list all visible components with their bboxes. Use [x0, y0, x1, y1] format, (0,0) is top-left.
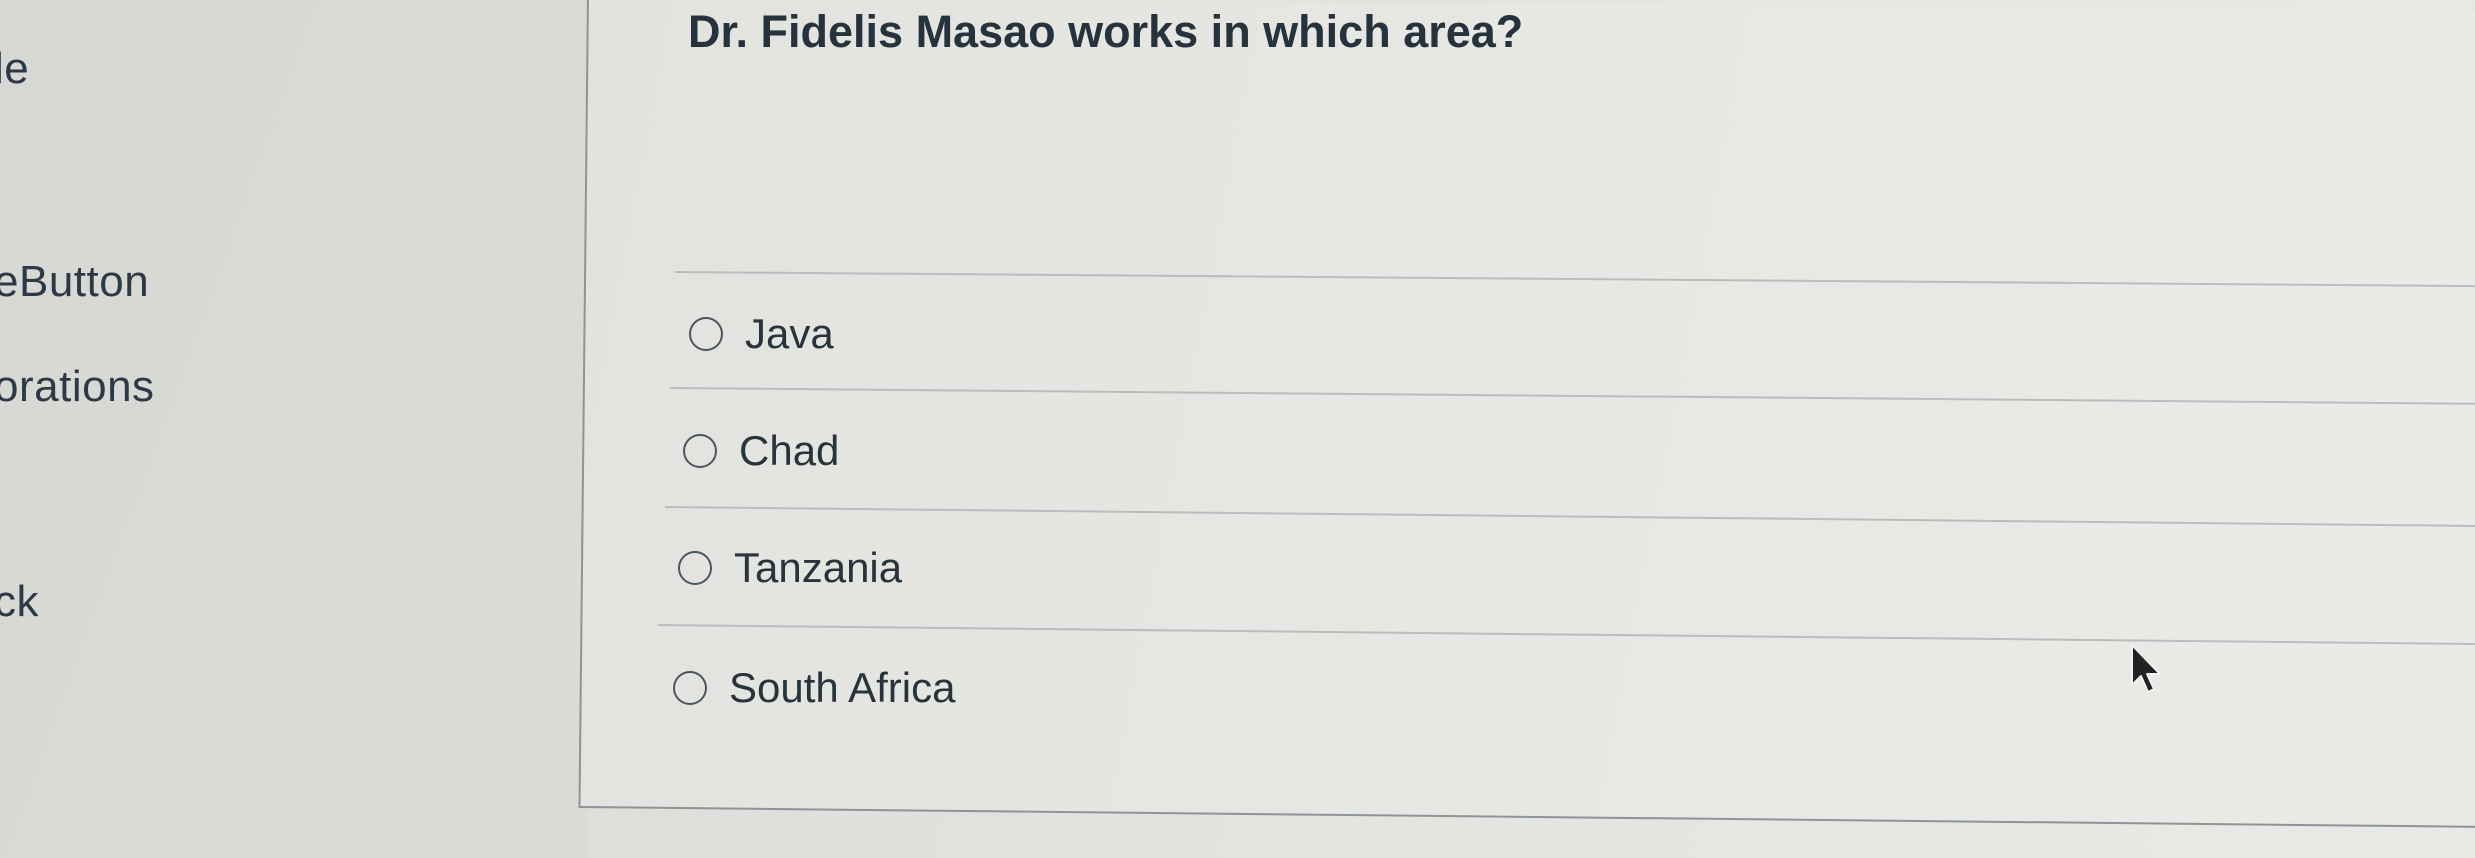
- question-text: Dr. Fidelis Masao works in which area?: [688, 6, 1524, 57]
- option-java[interactable]: Java: [689, 310, 834, 358]
- sidebar-item-4[interactable]: ck: [0, 577, 39, 627]
- sidebar-item-3[interactable]: orations: [0, 362, 155, 412]
- option-south-africa[interactable]: South Africa: [673, 664, 955, 712]
- radio-button-icon[interactable]: [689, 317, 723, 351]
- radio-button-icon[interactable]: [678, 551, 712, 585]
- option-tanzania[interactable]: Tanzania: [678, 544, 902, 592]
- sidebar: le eButton orations ck: [0, 0, 587, 858]
- option-chad[interactable]: Chad: [683, 427, 839, 475]
- sidebar-item-2[interactable]: eButton: [0, 257, 149, 307]
- option-label: Chad: [739, 427, 840, 474]
- sidebar-item-1[interactable]: le: [0, 44, 29, 94]
- mouse-pointer-icon: [2131, 644, 2161, 693]
- radio-button-icon[interactable]: [673, 671, 707, 705]
- option-label: Tanzania: [734, 544, 903, 591]
- option-label: Java: [745, 310, 834, 357]
- option-label: South Africa: [729, 664, 956, 711]
- radio-button-icon[interactable]: [683, 434, 717, 468]
